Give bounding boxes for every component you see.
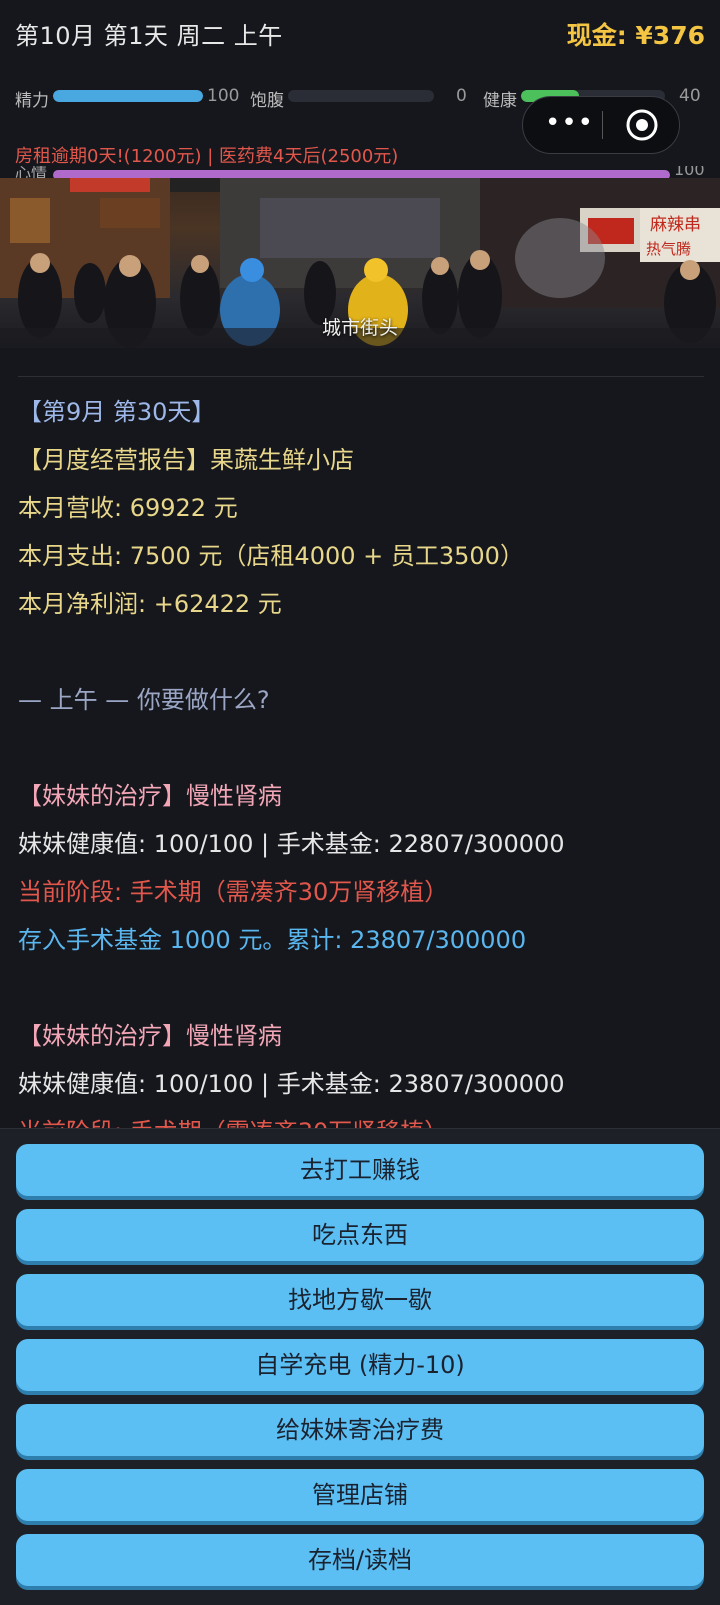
log-line: 【第9月 第30天】: [18, 398, 216, 426]
action-button-7[interactable]: 存档/读档: [16, 1534, 704, 1586]
action-button-2[interactable]: 吃点东西: [16, 1209, 704, 1261]
log-line: 当前阶段: 手术期（需凑齐30万肾移植）: [18, 878, 449, 906]
log-line: — 上午 — 你要做什么?: [18, 686, 270, 714]
log-line: 【月度经营报告】果蔬生鲜小店: [18, 446, 354, 474]
bill-warning: 房租逾期0天!(1200元) | 医药费4天后(2500元): [15, 146, 399, 167]
log-line: 本月营收: 69922 元: [18, 494, 238, 522]
stat-energy-fill: [53, 90, 203, 102]
log-line: 本月支出: 7500 元（店租4000 + 员工3500）: [18, 542, 524, 570]
action-button-4[interactable]: 自学充电 (精力-10): [16, 1339, 704, 1391]
status-bar: 第10月 第1天 周二 上午 现金: ¥376: [0, 0, 720, 66]
action-button-6[interactable]: 管理店铺: [16, 1469, 704, 1521]
story-log: 【第9月 第30天】【月度经营报告】果蔬生鲜小店 本月营收: 69922 元本月支…: [18, 388, 708, 1128]
stat-energy: 精力 100: [15, 84, 245, 111]
stat-health-label: 健康: [483, 91, 517, 111]
capsule-divider: [602, 111, 603, 139]
stat-satiety: 饱腹 0: [250, 84, 485, 111]
stat-energy-value: 100: [207, 86, 240, 106]
svg-text:热气腾: 热气腾: [646, 240, 691, 258]
log-blank-line: [18, 724, 708, 772]
log-blank-line: [18, 628, 708, 676]
divider: [18, 376, 704, 377]
game-screen: 第10月 第1天 周二 上午 现金: ¥376 精力 100 饱腹 0 健康 4…: [0, 0, 720, 1605]
log-line: 【妹妹的治疗】慢性肾病: [18, 782, 282, 810]
game-date: 第10月 第1天 周二 上午: [15, 22, 283, 50]
log-line: 妹妹健康值: 100/100 | 手术基金: 22807/300000: [18, 830, 565, 858]
stat-satiety-value: 0: [456, 86, 467, 106]
close-miniprogram-icon[interactable]: [625, 108, 659, 142]
cash-display: 现金: ¥376: [566, 21, 705, 50]
more-options-icon[interactable]: •••: [545, 110, 593, 137]
log-blank-line: [18, 964, 708, 1012]
stat-energy-bar: [53, 90, 203, 102]
scene-image: 麻辣串 热气腾 城市街头: [0, 178, 720, 348]
log-line: 当前阶段: 手术期（需凑齐30万肾移植）: [18, 1108, 708, 1128]
stat-health-value: 40: [679, 86, 701, 106]
log-line: 妹妹健康值: 100/100 | 手术基金: 23807/300000: [18, 1070, 565, 1098]
scene-label: 城市街头: [321, 317, 398, 339]
stat-energy-label: 精力: [15, 91, 49, 111]
svg-text:麻辣串: 麻辣串: [650, 215, 701, 235]
action-button-5[interactable]: 给妹妹寄治疗费: [16, 1404, 704, 1456]
action-panel: 去打工赚钱吃点东西找地方歇一歇 自学充电 (精力-10) 给妹妹寄治疗费 管理店铺存档…: [0, 1128, 720, 1605]
stat-satiety-label: 饱腹: [250, 91, 284, 111]
log-line: 存入手术基金 1000 元。累计: 23807/300000: [18, 926, 527, 954]
miniprogram-capsule: •••: [522, 96, 680, 154]
stat-satiety-bar: [288, 90, 434, 102]
action-button-3[interactable]: 找地方歇一歇: [16, 1274, 704, 1326]
log-line: 【妹妹的治疗】慢性肾病: [18, 1022, 282, 1050]
log-line: 本月净利润: +62422 元: [18, 590, 282, 618]
action-button-1[interactable]: 去打工赚钱: [16, 1144, 704, 1196]
